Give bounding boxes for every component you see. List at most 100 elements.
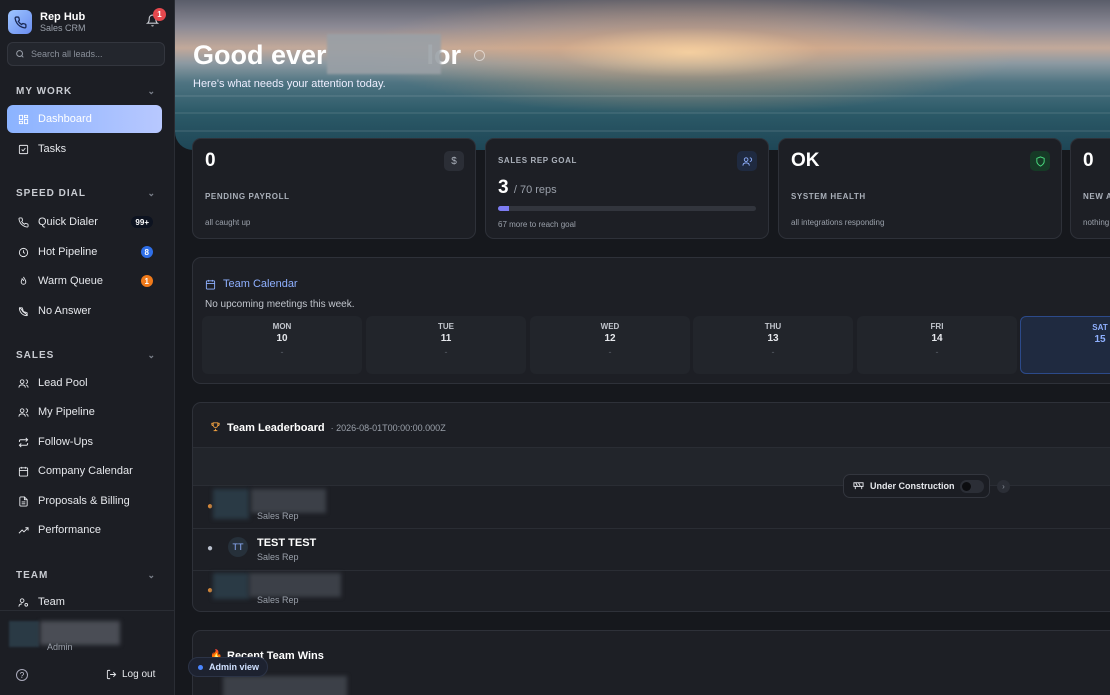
section-speed-dial[interactable]: SPEED DIAL ⌄ [16, 188, 156, 199]
calendar-title: Team Calendar [223, 278, 298, 290]
flame-icon [17, 275, 29, 287]
day-date: 11 [440, 333, 452, 344]
sidebar-item-label: Dashboard [38, 113, 92, 125]
stat-value: 3 / 70 reps [498, 177, 557, 199]
file-icon [17, 495, 29, 507]
sidebar-item-label: Warm Queue [38, 275, 104, 287]
sidebar-item-label: No Answer [38, 305, 92, 317]
day-name: FRI [930, 322, 944, 331]
section-team[interactable]: TEAM ⌄ [16, 570, 156, 581]
recent-wins-card: 🔥 Recent Team Wins [192, 630, 1110, 695]
sidebar-item-label: Performance [38, 524, 101, 536]
sidebar-item-company-calendar[interactable]: Company Calendar [7, 457, 162, 485]
calendar-day[interactable]: TUE 11 - [366, 316, 526, 374]
stat-card-sales-goal[interactable]: SALES REP GOAL 3 / 70 reps 67 more to re… [485, 138, 769, 239]
info-icon[interactable] [474, 50, 485, 61]
search-box[interactable] [7, 42, 165, 66]
rep-name-redacted [251, 489, 326, 513]
users-icon [737, 151, 757, 171]
calendar-note: No upcoming meetings this week. [205, 299, 355, 310]
goal-progress-bar [498, 206, 756, 211]
section-label: SALES [16, 350, 55, 361]
sidebar-item-proposals-billing[interactable]: Proposals & Billing [7, 487, 162, 515]
medal-icon: ● [207, 543, 214, 554]
sidebar-item-quick-dialer[interactable]: Quick Dialer 99+ [7, 208, 162, 236]
wave-line [175, 95, 1110, 97]
hero-banner: Good ever lor Here's what needs your atte… [175, 0, 1110, 150]
section-my-work[interactable]: MY WORK ⌄ [16, 86, 156, 97]
chevron-down-icon: ⌄ [147, 188, 156, 198]
table-row[interactable]: ● Sales Rep [193, 571, 1110, 611]
sidebar: Rep Hub Sales CRM 1 MY WORK ⌄ Dashboard … [0, 0, 175, 695]
logout-icon [106, 669, 117, 680]
chevron-down-icon: ⌄ [147, 86, 156, 96]
day-events: - [444, 347, 448, 357]
stat-card-system-health[interactable]: OK SYSTEM HEALTH all integrations respon… [778, 138, 1062, 239]
stat-card-new-ai[interactable]: 0 NEW AI nothing [1070, 138, 1110, 239]
under-construction-label: Under Construction [870, 481, 955, 491]
table-row[interactable]: ● TT TEST TEST Sales Rep [193, 529, 1110, 571]
stat-subtext: nothing [1083, 218, 1110, 227]
win-item-redacted [223, 676, 347, 695]
avatar: TT [228, 537, 248, 557]
day-events: - [608, 347, 612, 357]
count-badge: 99+ [131, 216, 153, 228]
toggle-switch[interactable] [960, 480, 984, 493]
chevron-right-icon[interactable]: › [997, 480, 1010, 493]
day-events: - [280, 347, 284, 357]
greeting-start: Good ever [193, 40, 327, 70]
avatar[interactable] [9, 621, 39, 647]
search-icon [16, 50, 24, 58]
sidebar-item-my-pipeline[interactable]: My Pipeline [7, 398, 162, 426]
brand[interactable]: Rep Hub Sales CRM [8, 10, 86, 34]
logout-button[interactable]: Log out [106, 669, 155, 680]
calendar-day[interactable]: THU 13 - [693, 316, 853, 374]
search-input[interactable] [31, 49, 161, 59]
wave-line [175, 130, 1110, 132]
sidebar-item-label: Quick Dialer [38, 216, 98, 228]
sidebar-item-performance[interactable]: Performance [7, 516, 162, 544]
sidebar-item-label: Follow-Ups [38, 436, 94, 448]
stat-card-payroll[interactable]: 0 $ PENDING PAYROLL all caught up [192, 138, 476, 239]
sidebar-item-warm-queue[interactable]: Warm Queue 1 [7, 267, 162, 295]
stat-value: 0 [205, 150, 216, 171]
name-redacted [327, 34, 441, 74]
rep-role: Sales Rep [257, 511, 299, 521]
leaderboard-title: Team Leaderboard [227, 422, 325, 434]
day-name: TUE [438, 322, 454, 331]
sidebar-item-label: Company Calendar [38, 465, 133, 477]
sidebar-item-label: Lead Pool [38, 377, 88, 389]
sidebar-item-label: Tasks [38, 143, 67, 155]
sidebar-item-dashboard[interactable]: Dashboard [7, 105, 162, 133]
rep-role: Sales Rep [257, 595, 299, 605]
rep-name-redacted [249, 573, 341, 597]
status-dot [198, 664, 203, 670]
avatar [213, 489, 249, 519]
calendar-day[interactable]: MON 10 - [202, 316, 362, 374]
admin-view-chip[interactable]: Admin view [188, 657, 268, 677]
leaderboard-header: Team Leaderboard · 2026-08-01T00:00:00.0… [210, 421, 446, 435]
stat-subtext: all integrations responding [791, 218, 885, 227]
phone-icon [17, 216, 29, 228]
calendar-day-today[interactable]: SAT 15 [1020, 316, 1110, 374]
sidebar-item-label: My Pipeline [38, 406, 95, 418]
calendar-day[interactable]: FRI 14 - [857, 316, 1017, 374]
stat-label: SALES REP GOAL [498, 156, 577, 165]
sidebar-item-no-answer[interactable]: No Answer [7, 297, 162, 325]
sidebar-footer: Admin ? Log out [0, 610, 175, 695]
section-sales[interactable]: SALES ⌄ [16, 350, 156, 361]
sidebar-item-lead-pool[interactable]: Lead Pool [7, 369, 162, 397]
calendar-header[interactable]: Team Calendar [205, 278, 298, 290]
sidebar-item-hot-pipeline[interactable]: Hot Pipeline 8 [7, 238, 162, 266]
sidebar-item-tasks[interactable]: Tasks [7, 135, 162, 163]
sidebar-item-follow-ups[interactable]: Follow-Ups [7, 428, 162, 456]
day-date: 13 [767, 333, 779, 344]
trophy-icon [210, 421, 221, 435]
goal-progress-fill [498, 206, 510, 211]
leaderboard-period: · 2026-08-01T00:00:00.000Z [330, 423, 446, 433]
calendar-day[interactable]: WED 12 - [530, 316, 690, 374]
under-construction-toggle[interactable]: Under Construction [843, 474, 990, 498]
day-date: 10 [276, 333, 288, 344]
help-icon[interactable]: ? [16, 669, 28, 681]
stat-value: 0 [1083, 150, 1094, 171]
